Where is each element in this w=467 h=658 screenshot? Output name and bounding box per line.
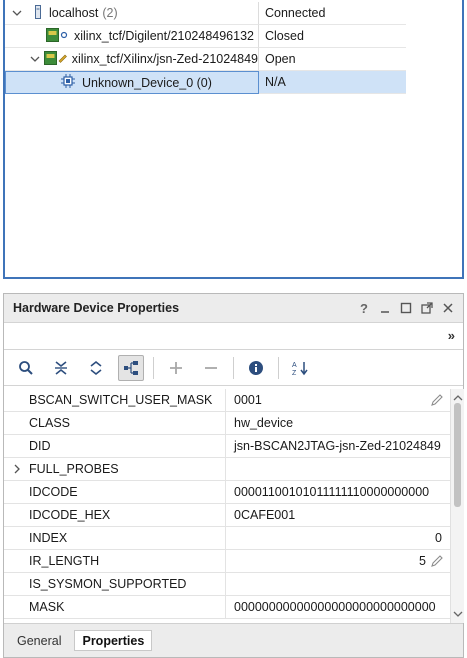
tree-item-label: Unknown_Device_0 (0): [82, 75, 212, 90]
tree-status-cell: Open: [259, 48, 406, 71]
tree-name-cell: xilinx_tcf/Xilinx/jsn-Zed-21024849: [5, 48, 259, 71]
property-name: IS_SYSMON_SUPPORTED: [4, 573, 226, 595]
property-name: IDCODE_HEX: [4, 504, 226, 526]
hardware-tree-panel: localhost (2) Connected xilinx_tcf/Digil…: [3, 0, 464, 279]
svg-text:Z: Z: [292, 370, 297, 376]
tree-item-label: xilinx_tcf/Digilent/210248496132: [74, 29, 254, 43]
property-value: [226, 573, 450, 595]
tree-status-cell: N/A: [259, 71, 406, 94]
property-value: jsn-BSCAN2JTAG-jsn-Zed-21024849: [234, 439, 441, 453]
sort-icon[interactable]: AZ: [288, 355, 314, 381]
property-name: INDEX: [4, 527, 226, 549]
properties-table: BSCAN_SWITCH_USER_MASK 0001 CLASS hw_dev…: [4, 389, 450, 623]
tree-name-cell: Unknown_Device_0 (0): [5, 71, 259, 94]
tree-row-unknown-device[interactable]: Unknown_Device_0 (0) N/A: [5, 71, 406, 94]
server-icon: [35, 4, 41, 22]
collapse-all-icon[interactable]: [48, 355, 74, 381]
add-icon[interactable]: [163, 355, 189, 381]
property-value-cell: 5: [226, 550, 450, 572]
hardware-device-properties-panel: Hardware Device Properties ? » A Z BSCAN…: [3, 293, 464, 658]
chevron-right-icon[interactable]: [12, 463, 22, 478]
search-icon[interactable]: [13, 355, 39, 381]
property-name: FULL_PROBES: [29, 462, 119, 476]
maximize-icon[interactable]: [399, 301, 413, 315]
vertical-scrollbar[interactable]: [450, 389, 464, 623]
toolbar-divider: [233, 356, 234, 379]
scroll-down-icon[interactable]: [453, 607, 463, 621]
help-icon[interactable]: ?: [357, 301, 371, 316]
property-row-mask[interactable]: MASK 00000000000000000000000000000: [4, 596, 450, 619]
property-row-ir-length[interactable]: IR_LENGTH 5: [4, 550, 450, 573]
tree-item-label: xilinx_tcf/Xilinx/jsn-Zed-21024849: [71, 52, 258, 66]
chevron-down-icon[interactable]: [29, 53, 40, 65]
property-name-cell: FULL_PROBES: [4, 458, 226, 480]
tree-item-count: (2): [102, 6, 118, 20]
tab-general[interactable]: General: [10, 630, 68, 651]
jtag-target-closed-icon: [46, 27, 70, 45]
property-row-index[interactable]: INDEX 0: [4, 527, 450, 550]
group-icon[interactable]: [118, 354, 144, 381]
properties-tabs: General Properties: [4, 623, 463, 657]
property-value: 0: [435, 531, 442, 545]
tree-item-label: localhost: [49, 6, 99, 20]
more-chevrons-icon[interactable]: »: [448, 328, 455, 343]
expand-all-icon[interactable]: [83, 355, 109, 381]
info-icon[interactable]: [243, 355, 269, 381]
property-value: hw_device: [234, 416, 294, 430]
panel-subbar: »: [4, 323, 463, 350]
property-name: IDCODE: [4, 481, 226, 503]
property-value: 00001100101011111110000000000: [234, 485, 430, 499]
property-name: MASK: [4, 596, 226, 618]
properties-toolbar: AZ: [4, 350, 463, 386]
property-value: 5: [419, 554, 426, 568]
jtag-target-open-icon: [43, 50, 68, 68]
panel-header-icons: ?: [357, 301, 455, 316]
property-name: IR_LENGTH: [4, 550, 226, 572]
property-value: 0001: [234, 393, 262, 407]
property-row-class[interactable]: CLASS hw_device: [4, 412, 450, 435]
tree-name-cell: localhost (2): [5, 2, 259, 25]
property-row-is-sysmon-supported[interactable]: IS_SYSMON_SUPPORTED: [4, 573, 450, 596]
remove-icon[interactable]: [198, 355, 224, 381]
minimize-icon[interactable]: [378, 301, 392, 315]
float-icon[interactable]: [420, 301, 434, 315]
property-value: 0CAFE001: [234, 508, 296, 522]
tree-status-cell: Connected: [259, 2, 406, 25]
chip-icon: [61, 74, 75, 91]
property-name: BSCAN_SWITCH_USER_MASK: [4, 389, 226, 411]
panel-title: Hardware Device Properties: [13, 301, 180, 315]
tree-row-digilent-target[interactable]: xilinx_tcf/Digilent/210248496132 Closed: [5, 25, 406, 48]
property-row-full-probes[interactable]: FULL_PROBES: [4, 458, 450, 481]
property-row-idcode-hex[interactable]: IDCODE_HEX 0CAFE001: [4, 504, 450, 527]
property-value-cell: 0001: [226, 389, 450, 411]
property-row-did[interactable]: DID jsn-BSCAN2JTAG-jsn-Zed-21024849: [4, 435, 450, 458]
toolbar-divider: [278, 356, 279, 379]
property-name: CLASS: [4, 412, 226, 434]
scrollbar-thumb[interactable]: [454, 403, 461, 507]
pencil-icon[interactable]: [430, 393, 444, 410]
property-name: DID: [4, 435, 226, 457]
chevron-down-icon[interactable]: [11, 7, 23, 19]
toolbar-divider: [153, 356, 154, 379]
property-row-idcode[interactable]: IDCODE 00001100101011111110000000000: [4, 481, 450, 504]
tree-row-zed-target[interactable]: xilinx_tcf/Xilinx/jsn-Zed-21024849 Open: [5, 48, 406, 71]
tree-status-cell: Closed: [259, 25, 406, 48]
close-icon[interactable]: [441, 301, 455, 315]
property-value: [226, 458, 450, 480]
property-value: 00000000000000000000000000000: [234, 600, 436, 614]
tree-row-localhost[interactable]: localhost (2) Connected: [5, 2, 406, 25]
tab-properties[interactable]: Properties: [74, 630, 153, 651]
svg-text:A: A: [292, 362, 297, 369]
panel-header: Hardware Device Properties ?: [4, 294, 463, 323]
property-row-bscan-switch-user-mask[interactable]: BSCAN_SWITCH_USER_MASK 0001: [4, 389, 450, 412]
pencil-icon[interactable]: [430, 554, 444, 571]
tree-name-cell: xilinx_tcf/Digilent/210248496132: [5, 25, 259, 48]
